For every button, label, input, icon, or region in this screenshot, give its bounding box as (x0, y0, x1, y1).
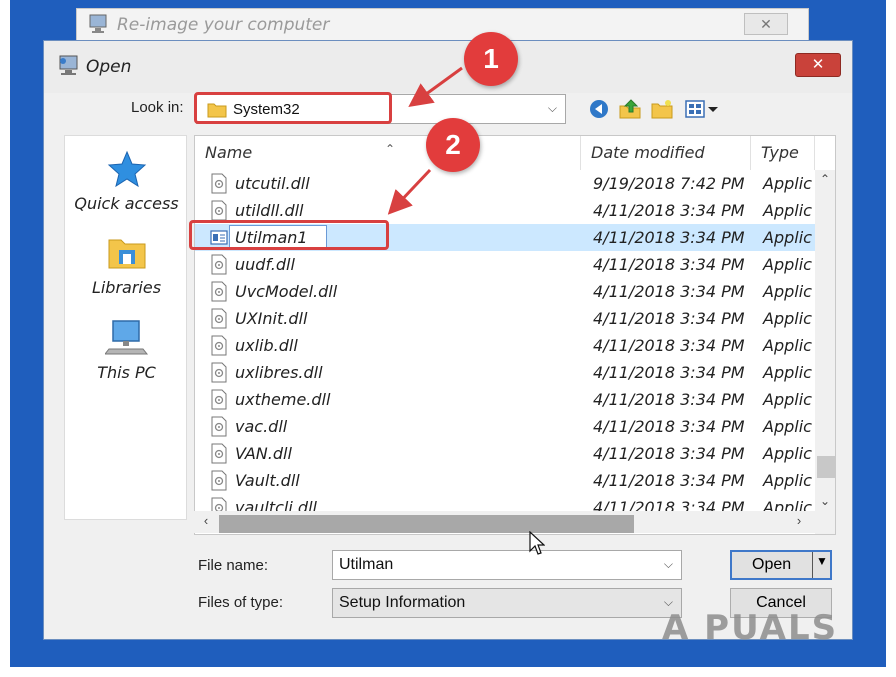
appuals-watermark: A PUALS (662, 608, 839, 648)
annotation-arrows (387, 66, 463, 215)
arrow-to-utilman (387, 168, 432, 215)
arrow-to-look-in (408, 66, 463, 108)
mouse-cursor-icon (529, 531, 545, 555)
